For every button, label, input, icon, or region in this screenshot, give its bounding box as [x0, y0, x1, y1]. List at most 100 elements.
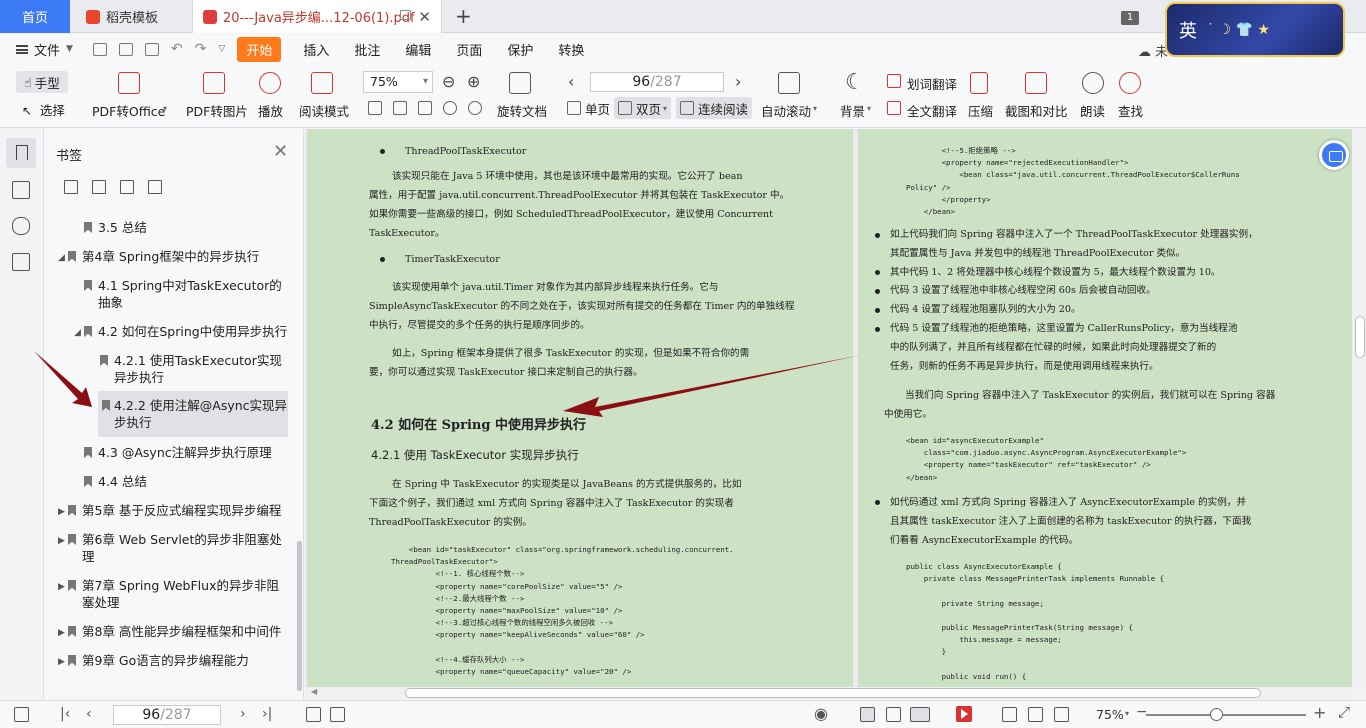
scroll-left-icon[interactable]: ◀	[311, 687, 317, 696]
collapsed-triangle-icon[interactable]: ▶	[58, 579, 65, 596]
attachment-icon[interactable]	[12, 217, 30, 235]
vertical-scroll-thumb[interactable]	[1355, 316, 1365, 358]
double-page-button[interactable]: 双页 ▾	[614, 97, 672, 119]
window-icon[interactable]	[400, 10, 411, 20]
collapsed-triangle-icon[interactable]: ▶	[58, 654, 65, 671]
print-icon[interactable]	[144, 42, 159, 56]
menu-insert[interactable]: 插入	[303, 40, 329, 59]
compress-icon[interactable]	[970, 72, 988, 94]
tab-home[interactable]: 首页	[0, 0, 70, 33]
rotate-right-icon[interactable]	[468, 101, 482, 115]
single-page-button[interactable]: 单页	[563, 97, 614, 119]
expanded-triangle-icon[interactable]: ◢	[58, 250, 65, 267]
pdf-to-office-icon[interactable]	[118, 72, 140, 94]
more-chevron-icon[interactable]: ▽	[218, 44, 225, 54]
collapse-all-icon[interactable]	[92, 180, 106, 194]
collapsed-triangle-icon[interactable]: ▶	[58, 625, 65, 642]
background-dropdown-icon[interactable]: ▾	[867, 104, 871, 113]
select-tool-button[interactable]: ↖ 选择	[22, 100, 65, 119]
horizontal-scrollbar[interactable]: ◀	[305, 687, 1353, 699]
open-folder-icon[interactable]	[92, 42, 107, 56]
cloud-sync[interactable]: ☁ 未	[1138, 41, 1168, 60]
menu-page[interactable]: 页面	[456, 40, 482, 59]
expanded-triangle-icon[interactable]: ◢	[74, 325, 81, 342]
word-translate-button[interactable]: 划词翻译	[907, 74, 957, 93]
new-tab-button[interactable]: +	[455, 4, 472, 28]
tab-template[interactable]: 稻壳模板	[72, 0, 190, 33]
file-menu[interactable]: 文件 ▼	[16, 40, 73, 59]
full-translate-button[interactable]: 全文翻译	[907, 101, 957, 120]
ime-status-widget[interactable]: 英 ˙ ☽ 👕 ★	[1165, 2, 1345, 57]
compress-button[interactable]: 压缩	[968, 101, 993, 120]
pdf-to-image-icon[interactable]	[203, 72, 225, 94]
zoom-slider[interactable]	[1146, 714, 1306, 716]
find-button[interactable]: 查找	[1118, 101, 1143, 120]
first-page-icon[interactable]: |‹	[60, 706, 70, 722]
delete-bookmark-icon[interactable]	[148, 180, 162, 194]
forward-icon[interactable]	[330, 707, 345, 722]
actual-size-icon[interactable]	[368, 101, 382, 115]
collapsed-triangle-icon[interactable]: ▶	[58, 504, 65, 521]
close-icon[interactable]: ✕	[273, 141, 288, 162]
moon-icon[interactable]: ☾	[845, 70, 865, 95]
read-aloud-icon[interactable]	[1082, 72, 1104, 94]
zoom-in-icon[interactable]: ⊕	[467, 72, 480, 91]
zoom-out-icon[interactable]: −	[1136, 704, 1148, 720]
menu-start[interactable]: 开始	[237, 36, 282, 62]
rotate-document-icon[interactable]	[509, 72, 531, 94]
double-view-icon[interactable]	[910, 707, 930, 722]
auto-scroll-dropdown-icon[interactable]: ▾	[813, 104, 817, 113]
horizontal-scroll-thumb[interactable]	[405, 688, 1261, 698]
save-icon[interactable]	[118, 42, 133, 56]
window-count-badge[interactable]: 1	[1121, 11, 1139, 25]
next-page-icon[interactable]: ›	[240, 706, 246, 722]
screenshot-compare-button[interactable]: 截图和对比	[1005, 101, 1068, 120]
bookmark-item[interactable]: ▶ 第7章 Spring WebFlux的异步非阻 塞处理	[58, 577, 298, 613]
expand-all-icon[interactable]	[64, 180, 78, 194]
play-icon[interactable]	[956, 706, 972, 722]
zoom-out-icon[interactable]: ⊖	[442, 72, 455, 91]
page-number-input[interactable]: 96/287	[590, 72, 724, 92]
pdf-to-image-button[interactable]: PDF转图片	[186, 101, 248, 120]
bookmark-item[interactable]: ▶ 第6章 Web Servlet的异步非阻塞处 理	[58, 531, 298, 567]
signature-icon[interactable]	[12, 253, 30, 271]
pdf-to-office-button[interactable]: PDF转Office	[92, 101, 165, 120]
read-mode-icon[interactable]	[311, 72, 333, 94]
auto-scroll-button[interactable]: 自动滚动	[761, 101, 811, 120]
menu-convert[interactable]: 转换	[558, 40, 584, 59]
collapsed-triangle-icon[interactable]: ▶	[58, 533, 65, 550]
fit-width-icon[interactable]	[418, 101, 432, 115]
status-page-input[interactable]: 96/287	[113, 705, 221, 725]
auto-scroll-icon[interactable]	[778, 72, 800, 94]
single-view-icon[interactable]	[886, 707, 901, 722]
fit-page-icon[interactable]	[1028, 707, 1043, 722]
undo-icon[interactable]: ↶	[171, 41, 183, 57]
previous-page-icon[interactable]: ‹	[568, 72, 574, 91]
fit-width-icon[interactable]	[1054, 707, 1069, 722]
back-icon[interactable]	[306, 707, 321, 722]
redo-icon[interactable]: ↷	[195, 41, 207, 57]
hand-tool-button[interactable]: ☝ 手型	[16, 71, 68, 93]
pdf-to-office-dropdown-icon[interactable]: ▾	[163, 104, 167, 113]
close-tab-icon[interactable]: ✕	[418, 8, 431, 26]
bookmark-scrollbar[interactable]	[297, 541, 302, 691]
eye-protection-icon[interactable]: ◉	[814, 704, 828, 723]
menu-protect[interactable]: 保护	[507, 40, 533, 59]
background-button[interactable]: 背景	[840, 101, 865, 120]
previous-page-icon[interactable]: ‹	[86, 706, 92, 722]
bookmark-panel-icon[interactable]	[6, 138, 36, 168]
find-icon[interactable]	[1119, 72, 1141, 94]
last-page-icon[interactable]: ›|	[262, 706, 272, 722]
play-button[interactable]: 播放	[258, 101, 283, 120]
read-aloud-button[interactable]: 朗读	[1080, 101, 1105, 120]
zoom-slider-knob[interactable]	[1210, 708, 1223, 721]
fit-page-icon[interactable]	[393, 101, 407, 115]
next-page-icon[interactable]: ›	[735, 72, 741, 91]
menu-edit[interactable]: 编辑	[405, 40, 431, 59]
rotate-document-button[interactable]: 旋转文档	[497, 101, 547, 120]
tab-document[interactable]: 20---Java异步编...12-06(1).pdf ✕	[192, 0, 442, 33]
floating-assistant-button[interactable]	[1319, 140, 1349, 170]
menu-annotate[interactable]: 批注	[354, 40, 380, 59]
bookmark-item-selected[interactable]: 4.2.2 使用注解@Async实现异 步执行	[98, 391, 288, 437]
actual-size-icon[interactable]	[1002, 707, 1017, 722]
